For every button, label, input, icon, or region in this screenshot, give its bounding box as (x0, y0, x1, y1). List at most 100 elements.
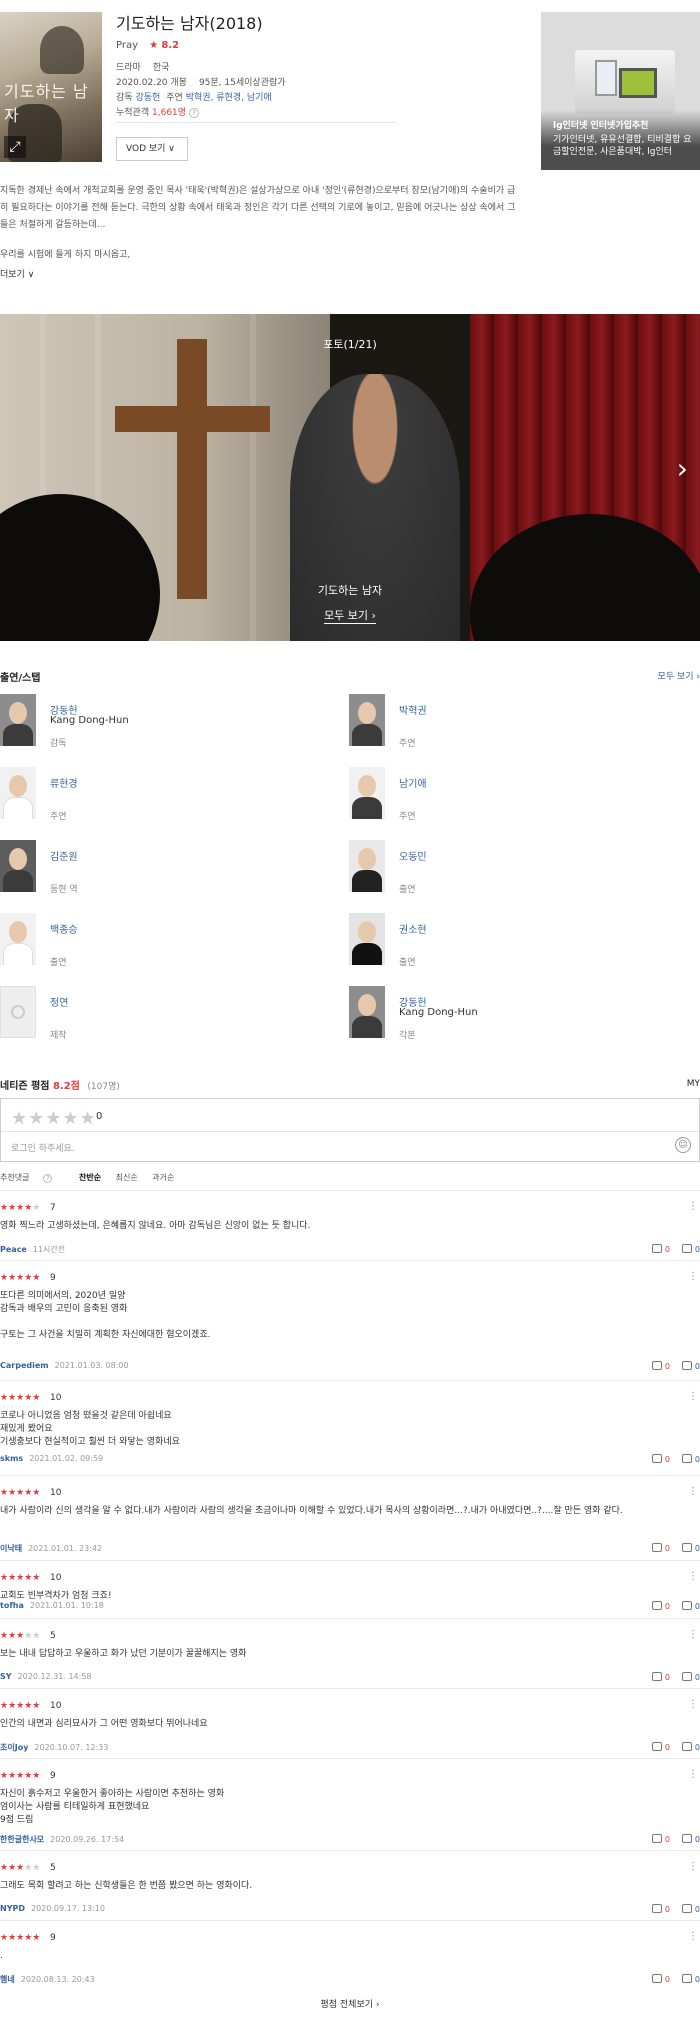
more-options-icon[interactable]: ⋮ (688, 1486, 698, 1497)
more-options-icon[interactable]: ⋮ (688, 1861, 698, 1872)
author-name[interactable]: SY (0, 1672, 12, 1681)
like-button[interactable]: 0 (651, 1454, 670, 1464)
thumbs-down-icon (681, 1834, 692, 1843)
dislike-button[interactable]: 0 (681, 1454, 700, 1464)
cast-item[interactable]: 강동헌 Kang Dong-Hun 각본 (349, 986, 689, 1042)
my-rating-link[interactable]: MY (687, 1079, 700, 1089)
author-name[interactable]: 이낙태 (0, 1544, 22, 1553)
author-name[interactable]: NYPD (0, 1904, 25, 1913)
dislike-button[interactable]: 0 (681, 1672, 700, 1682)
director-link[interactable]: 강동헌 (135, 93, 160, 103)
like-button[interactable]: 0 (651, 1834, 670, 1844)
cast-item[interactable]: 박혁권 주연 (349, 694, 689, 750)
emoji-icon[interactable]: ☺ (675, 1137, 691, 1153)
more-options-icon[interactable]: ⋮ (688, 1629, 698, 1640)
more-options-icon[interactable]: ⋮ (688, 1931, 698, 1942)
author-name[interactable]: Carpediem (0, 1361, 49, 1370)
dislike-button[interactable]: 0 (681, 1601, 700, 1611)
dislike-button[interactable]: 0 (681, 1904, 700, 1914)
review-author[interactable]: SY 2020.12.31. 14:58 (0, 1672, 92, 1681)
zoom-icon[interactable]: ⤢ (4, 136, 26, 158)
photo-counter: 포토(1/21) (323, 338, 377, 351)
author-name[interactable]: tofha (0, 1601, 24, 1610)
review-author[interactable]: 햄네 2020.08.13. 20:43 (0, 1974, 95, 1985)
movie-poster[interactable]: 기도하는 남자 ⤢ (0, 12, 102, 162)
person-name[interactable]: 정연 (50, 994, 68, 1009)
more-options-icon[interactable]: ⋮ (688, 1571, 698, 1582)
photo-view-all[interactable]: 모두 보기 › (0, 607, 700, 624)
more-options-icon[interactable]: ⋮ (688, 1201, 698, 1212)
sort-like[interactable]: 찬반순 (79, 1173, 101, 1182)
cast-item[interactable]: 김준원 동현 역 (0, 840, 340, 896)
like-button[interactable]: 0 (651, 1601, 670, 1611)
sort-recommend[interactable]: 추천댓글? (0, 1173, 64, 1183)
sort-new[interactable]: 최신순 (116, 1173, 138, 1182)
dislike-button[interactable]: 0 (681, 1974, 700, 1984)
chevron-right-icon[interactable]: › (677, 454, 688, 484)
author-name[interactable]: 한한글한사모 (0, 1835, 44, 1844)
author-name[interactable]: Peace (0, 1245, 27, 1254)
like-button[interactable]: 0 (651, 1244, 670, 1254)
sort-past[interactable]: 과거순 (152, 1173, 174, 1182)
like-button[interactable]: 0 (651, 1904, 670, 1914)
comment-input[interactable]: 로그인 하주세요. (11, 1141, 75, 1154)
author-name[interactable]: 조이Joy (0, 1743, 28, 1752)
person-name[interactable]: 남기애 (399, 775, 427, 790)
more-options-icon[interactable]: ⋮ (688, 1769, 698, 1780)
more-button[interactable]: 더보기 ∨ (0, 267, 34, 280)
review-author[interactable]: 한한글한사모 2020.09.26. 17:54 (0, 1834, 124, 1845)
photo-banner[interactable]: 포토(1/21) 기도하는 남자 모두 보기 › › (0, 314, 700, 641)
help-icon[interactable]: ? (189, 108, 200, 118)
thumbs-down-icon (681, 1543, 692, 1552)
review-item: ★★★★★ 9 ⋮ 또다른 의미에서의, 2020년 밀양 감독과 배우의 고민이 응… (0, 1260, 700, 1380)
cast-item[interactable]: 류현경 주연 (0, 767, 340, 823)
cast-item[interactable]: 오동민 출연 (349, 840, 689, 896)
review-votes: 00 (651, 1904, 700, 1914)
like-button[interactable]: 0 (651, 1543, 670, 1553)
dislike-button[interactable]: 0 (681, 1244, 700, 1254)
star-rating-input[interactable]: ★★★★★ (11, 1108, 97, 1129)
all-reviews-link[interactable]: 평점 전체보기 › (0, 1997, 700, 2010)
vod-button[interactable]: VOD 보기 ∨ (116, 137, 188, 161)
cast-item[interactable]: 백종승 출연 (0, 913, 340, 969)
dislike-button[interactable]: 0 (681, 1543, 700, 1553)
cast-view-all[interactable]: 모두 보기 › (658, 669, 700, 682)
author-name[interactable]: 햄네 (0, 1975, 15, 1984)
more-options-icon[interactable]: ⋮ (688, 1271, 698, 1282)
dislike-button[interactable]: 0 (681, 1834, 700, 1844)
cast-item[interactable]: 남기애 주연 (349, 767, 689, 823)
more-options-icon[interactable]: ⋮ (688, 1391, 698, 1402)
review-author[interactable]: tofha 2021.01.01. 10:18 (0, 1601, 104, 1610)
dislike-button[interactable]: 0 (681, 1742, 700, 1752)
cast-links[interactable]: 박혁권, 류현경, 남기애 (186, 93, 272, 103)
cast-item[interactable]: 권소현 출연 (349, 913, 689, 969)
review-item: ★★★★★ 10 ⋮ 내가 사람이라 신의 생각을 알 수 없다.내가 사람이라 사람… (0, 1475, 700, 1560)
thumbs-down-icon (681, 1742, 692, 1751)
cast-item[interactable]: 정연 제작 (0, 986, 340, 1042)
like-button[interactable]: 0 (651, 1361, 670, 1371)
person-name[interactable]: 김준원 (50, 848, 78, 863)
review-author[interactable]: Carpediem 2021.01.03. 08:00 (0, 1361, 129, 1370)
like-button[interactable]: 0 (651, 1974, 670, 1984)
ad-banner[interactable]: lg인터넷 인터넷가입추천 기가인터넷, 유유선결합, 티비결합 요금할인전문,… (541, 12, 700, 170)
person-name[interactable]: 오동민 (399, 848, 427, 863)
review-date: 2020.08.13. 20:43 (20, 1975, 95, 1984)
review-author[interactable]: Peace 11시간전 (0, 1244, 65, 1255)
cast-item[interactable]: 강동헌 Kang Dong-Hun 감독 (0, 694, 340, 750)
person-name[interactable]: 권소현 (399, 921, 427, 936)
review-text: 또다른 의미에서의, 2020년 밀양 감독과 배우의 고민이 응축된 영화 구… (0, 1291, 211, 1340)
thumbs-down-icon (681, 1904, 692, 1913)
review-author[interactable]: 조이Joy 2020.10.07. 12:33 (0, 1742, 108, 1753)
review-author[interactable]: 이낙태 2021.01.01. 23:42 (0, 1543, 102, 1554)
review-author[interactable]: NYPD 2020.09.17. 13:10 (0, 1904, 105, 1913)
person-name[interactable]: 백종승 (50, 921, 78, 936)
like-button[interactable]: 0 (651, 1672, 670, 1682)
review-author[interactable]: skms 2021.01.02. 09:59 (0, 1454, 103, 1463)
person-name[interactable]: 박혁권 (399, 702, 427, 717)
dislike-button[interactable]: 0 (681, 1361, 700, 1371)
ratings-count: (107명) (87, 1082, 120, 1092)
person-name[interactable]: 류현경 (50, 775, 78, 790)
more-options-icon[interactable]: ⋮ (688, 1699, 698, 1710)
author-name[interactable]: skms (0, 1454, 23, 1463)
like-button[interactable]: 0 (651, 1742, 670, 1752)
